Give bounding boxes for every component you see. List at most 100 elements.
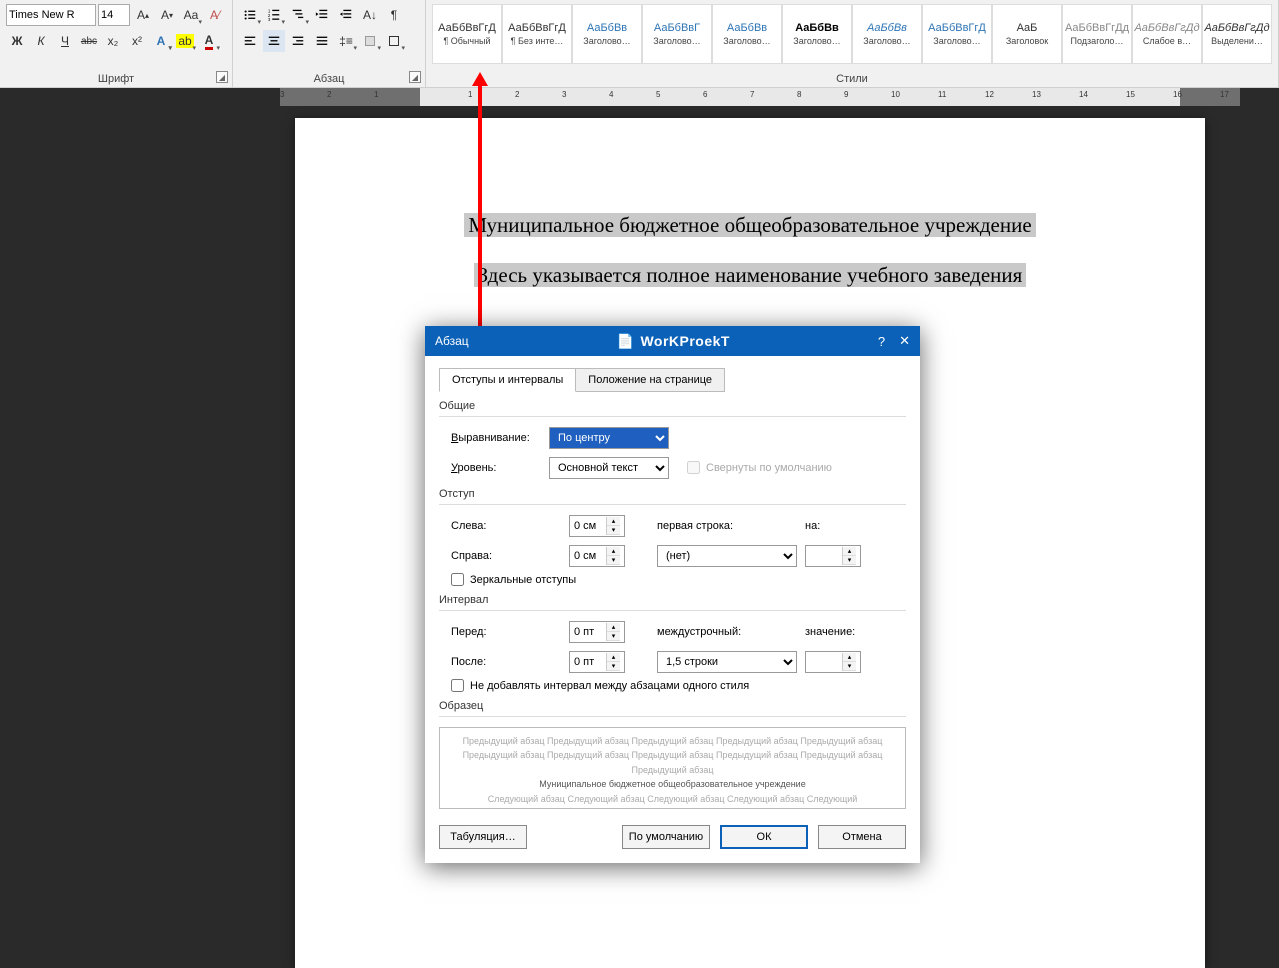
ruler-tick: 2 bbox=[327, 90, 331, 99]
ruler-tick: 1 bbox=[374, 90, 378, 99]
align-right-button[interactable] bbox=[287, 30, 309, 52]
doc-line-2[interactable]: Здесь указывается полное наименование уч… bbox=[474, 263, 1027, 287]
ruler-tick: 13 bbox=[1032, 90, 1041, 99]
horizontal-ruler[interactable]: 3211234567891011121314151617 bbox=[280, 88, 1240, 106]
label-by1: на: bbox=[805, 520, 875, 532]
ruler-tick: 9 bbox=[844, 90, 848, 99]
indent-right-spinner[interactable]: 0 см▴▾ bbox=[569, 545, 625, 567]
before-spinner[interactable]: 0 пт▴▾ bbox=[569, 621, 625, 643]
default-button[interactable]: По умолчанию bbox=[622, 825, 710, 849]
style-item-6[interactable]: АаБбВвЗаголово… bbox=[852, 4, 922, 64]
line-spacing-button[interactable]: ‡≡▾ bbox=[335, 30, 357, 52]
ruler-tick: 7 bbox=[750, 90, 754, 99]
linespacing-combo[interactable]: 1,5 строки bbox=[657, 651, 797, 673]
alignment-combo[interactable]: По центру bbox=[549, 427, 669, 449]
numbering-button[interactable]: 123▾ bbox=[263, 4, 285, 26]
label-indent-left: Слева: bbox=[451, 520, 551, 532]
ruler-tick: 3 bbox=[562, 90, 566, 99]
label-linespacing: междустрочный: bbox=[657, 626, 787, 638]
cancel-button[interactable]: Отмена bbox=[818, 825, 906, 849]
style-item-3[interactable]: АаБбВвГЗаголово… bbox=[642, 4, 712, 64]
style-item-1[interactable]: АаБбВвГгД¶ Без инте… bbox=[502, 4, 572, 64]
highlight-button[interactable]: ab▾ bbox=[174, 30, 196, 52]
ok-button[interactable]: ОК bbox=[720, 825, 808, 849]
font-dialog-launcher[interactable]: ◢ bbox=[216, 71, 228, 83]
nospace-checkbox[interactable] bbox=[451, 679, 464, 692]
paragraph-dialog-launcher[interactable]: ◢ bbox=[409, 71, 421, 83]
grow-font-button[interactable]: A▴ bbox=[132, 4, 154, 26]
font-color-button[interactable]: A▾ bbox=[198, 30, 220, 52]
ribbon: A▴ A▾ Aa▾ A⁄ Ж К Ч abc x₂ x² A▾ ab▾ A▾ Ш… bbox=[0, 0, 1279, 88]
preview-box: Предыдущий абзац Предыдущий абзац Предыд… bbox=[439, 727, 906, 809]
subscript-button[interactable]: x₂ bbox=[102, 30, 124, 52]
styles-group-label: Стили bbox=[426, 73, 1278, 85]
ruler-tick: 3 bbox=[280, 90, 284, 99]
style-item-7[interactable]: АаБбВвГгДЗаголово… bbox=[922, 4, 992, 64]
style-item-5[interactable]: АаБбВвЗаголово… bbox=[782, 4, 852, 64]
tab-indents[interactable]: Отступы и интервалы bbox=[439, 368, 576, 392]
ruler-tick: 17 bbox=[1220, 90, 1229, 99]
firstline-combo[interactable]: (нет) bbox=[657, 545, 797, 567]
dialog-help-button[interactable]: ? bbox=[878, 334, 885, 349]
svg-text:3: 3 bbox=[268, 17, 271, 22]
show-marks-button[interactable]: ¶ bbox=[383, 4, 405, 26]
firstline-by-spinner[interactable]: ▴▾ bbox=[805, 545, 861, 567]
label-by2: значение: bbox=[805, 626, 875, 638]
bullets-button[interactable]: ▾ bbox=[239, 4, 261, 26]
italic-button[interactable]: К bbox=[30, 30, 52, 52]
font-name-combo[interactable] bbox=[6, 4, 96, 26]
tab-position[interactable]: Положение на странице bbox=[575, 368, 725, 392]
section-preview: Образец bbox=[439, 700, 906, 712]
superscript-button[interactable]: x² bbox=[126, 30, 148, 52]
text-effects-button[interactable]: A▾ bbox=[150, 30, 172, 52]
shading-button[interactable]: ▾ bbox=[359, 30, 381, 52]
font-size-combo[interactable] bbox=[98, 4, 130, 26]
underline-button[interactable]: Ч bbox=[54, 30, 76, 52]
ruler-tick: 6 bbox=[703, 90, 707, 99]
style-item-11[interactable]: АаБбВвГгДдВыделени… bbox=[1202, 4, 1272, 64]
label-firstline: первая строка: bbox=[657, 520, 787, 532]
ruler-tick: 16 bbox=[1173, 90, 1182, 99]
sort-button[interactable]: A↓ bbox=[359, 4, 381, 26]
collapsed-checkbox bbox=[687, 461, 700, 474]
clear-formatting-button[interactable]: A⁄ bbox=[204, 4, 226, 26]
paragraph-dialog: Абзац 📄 WorKProekT ? ✕ Отступы и интерва… bbox=[425, 326, 920, 863]
dialog-titlebar[interactable]: Абзац 📄 WorKProekT ? ✕ bbox=[425, 326, 920, 356]
align-justify-button[interactable] bbox=[311, 30, 333, 52]
style-item-4[interactable]: АаБбВвЗаголово… bbox=[712, 4, 782, 64]
ribbon-group-styles: АаБбВвГгД¶ ОбычныйАаБбВвГгД¶ Без инте…Аа… bbox=[426, 0, 1279, 87]
style-item-9[interactable]: АаБбВвГгДдПодзаголо… bbox=[1062, 4, 1132, 64]
outline-level-combo[interactable]: Основной текст bbox=[549, 457, 669, 479]
doc-line-1[interactable]: Муниципальное бюджетное общеобразователь… bbox=[464, 213, 1035, 237]
label-level: Уровень: bbox=[451, 462, 541, 474]
borders-button[interactable]: ▾ bbox=[383, 30, 405, 52]
align-center-button[interactable] bbox=[263, 30, 285, 52]
bold-button[interactable]: Ж bbox=[6, 30, 28, 52]
shrink-font-button[interactable]: A▾ bbox=[156, 4, 178, 26]
decrease-indent-button[interactable] bbox=[311, 4, 333, 26]
mirror-indents-checkbox[interactable] bbox=[451, 573, 464, 586]
style-item-0[interactable]: АаБбВвГгД¶ Обычный bbox=[432, 4, 502, 64]
dialog-close-button[interactable]: ✕ bbox=[899, 333, 910, 349]
style-item-10[interactable]: АаБбВвГгДдСлабое в… bbox=[1132, 4, 1202, 64]
ruler-tick: 14 bbox=[1079, 90, 1088, 99]
linespacing-value-spinner[interactable]: ▴▾ bbox=[805, 651, 861, 673]
strike-button[interactable]: abc bbox=[78, 30, 100, 52]
indent-left-spinner[interactable]: 0 см▴▾ bbox=[569, 515, 625, 537]
align-left-button[interactable] bbox=[239, 30, 261, 52]
ruler-tick: 2 bbox=[515, 90, 519, 99]
annotation-arrow bbox=[478, 82, 482, 328]
increase-indent-button[interactable] bbox=[335, 4, 357, 26]
style-item-2[interactable]: АаБбВвЗаголово… bbox=[572, 4, 642, 64]
ruler-tick: 8 bbox=[797, 90, 801, 99]
styles-gallery[interactable]: АаБбВвГгД¶ ОбычныйАаБбВвГгД¶ Без инте…Аа… bbox=[432, 4, 1272, 68]
after-spinner[interactable]: 0 пт▴▾ bbox=[569, 651, 625, 673]
ruler-tick: 5 bbox=[656, 90, 660, 99]
ruler-tick: 4 bbox=[609, 90, 613, 99]
style-item-8[interactable]: АаБЗаголовок bbox=[992, 4, 1062, 64]
tabs-button[interactable]: Табуляция… bbox=[439, 825, 527, 849]
brand-icon: 📄 bbox=[617, 333, 635, 350]
label-indent-right: Справа: bbox=[451, 550, 551, 562]
multilevel-list-button[interactable]: ▾ bbox=[287, 4, 309, 26]
change-case-button[interactable]: Aa▾ bbox=[180, 4, 202, 26]
